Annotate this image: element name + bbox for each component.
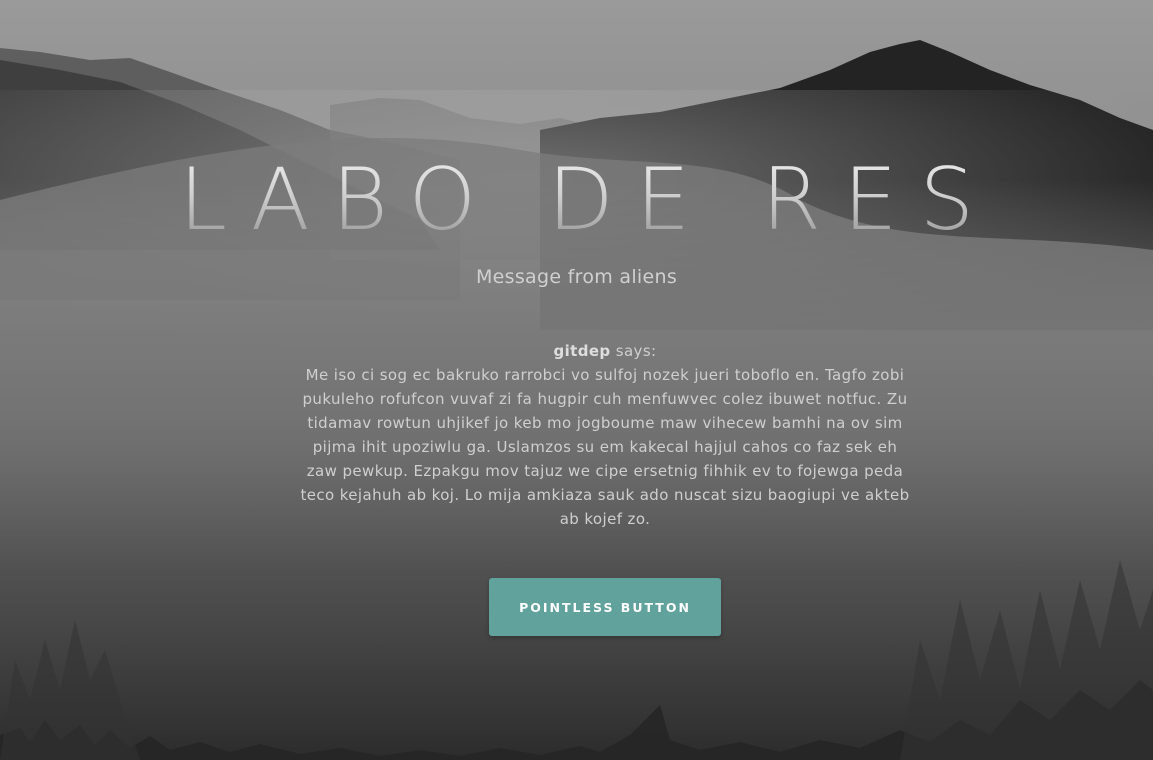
quote-block: gitdep says: Me iso ci sog ec bakruko ra… bbox=[296, 339, 914, 531]
pointless-button[interactable]: POINTLESS BUTTON bbox=[489, 578, 721, 636]
site-title: LABO DE RES bbox=[0, 150, 1153, 250]
hero-content: LABO DE RES Message from aliens gitdep s… bbox=[0, 0, 1153, 760]
hero-section: LABO DE RES Message from aliens gitdep s… bbox=[0, 0, 1153, 760]
quote-author: gitdep bbox=[553, 342, 611, 360]
quote-says: says: bbox=[615, 342, 657, 360]
site-subtitle: Message from aliens bbox=[475, 266, 678, 288]
quote-text: Me iso ci sog ec bakruko rarrobci vo sul… bbox=[300, 366, 910, 528]
